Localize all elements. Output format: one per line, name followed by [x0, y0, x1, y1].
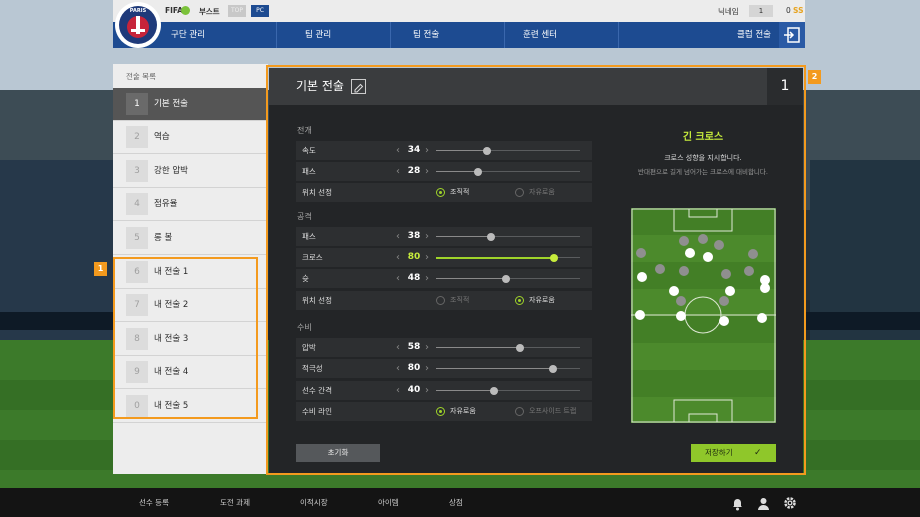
annotation-tag-1: 1 — [94, 262, 107, 276]
annotation-box-1 — [113, 257, 258, 419]
annotation-tag-2: 2 — [808, 70, 821, 84]
annotation-box-2 — [266, 65, 806, 475]
